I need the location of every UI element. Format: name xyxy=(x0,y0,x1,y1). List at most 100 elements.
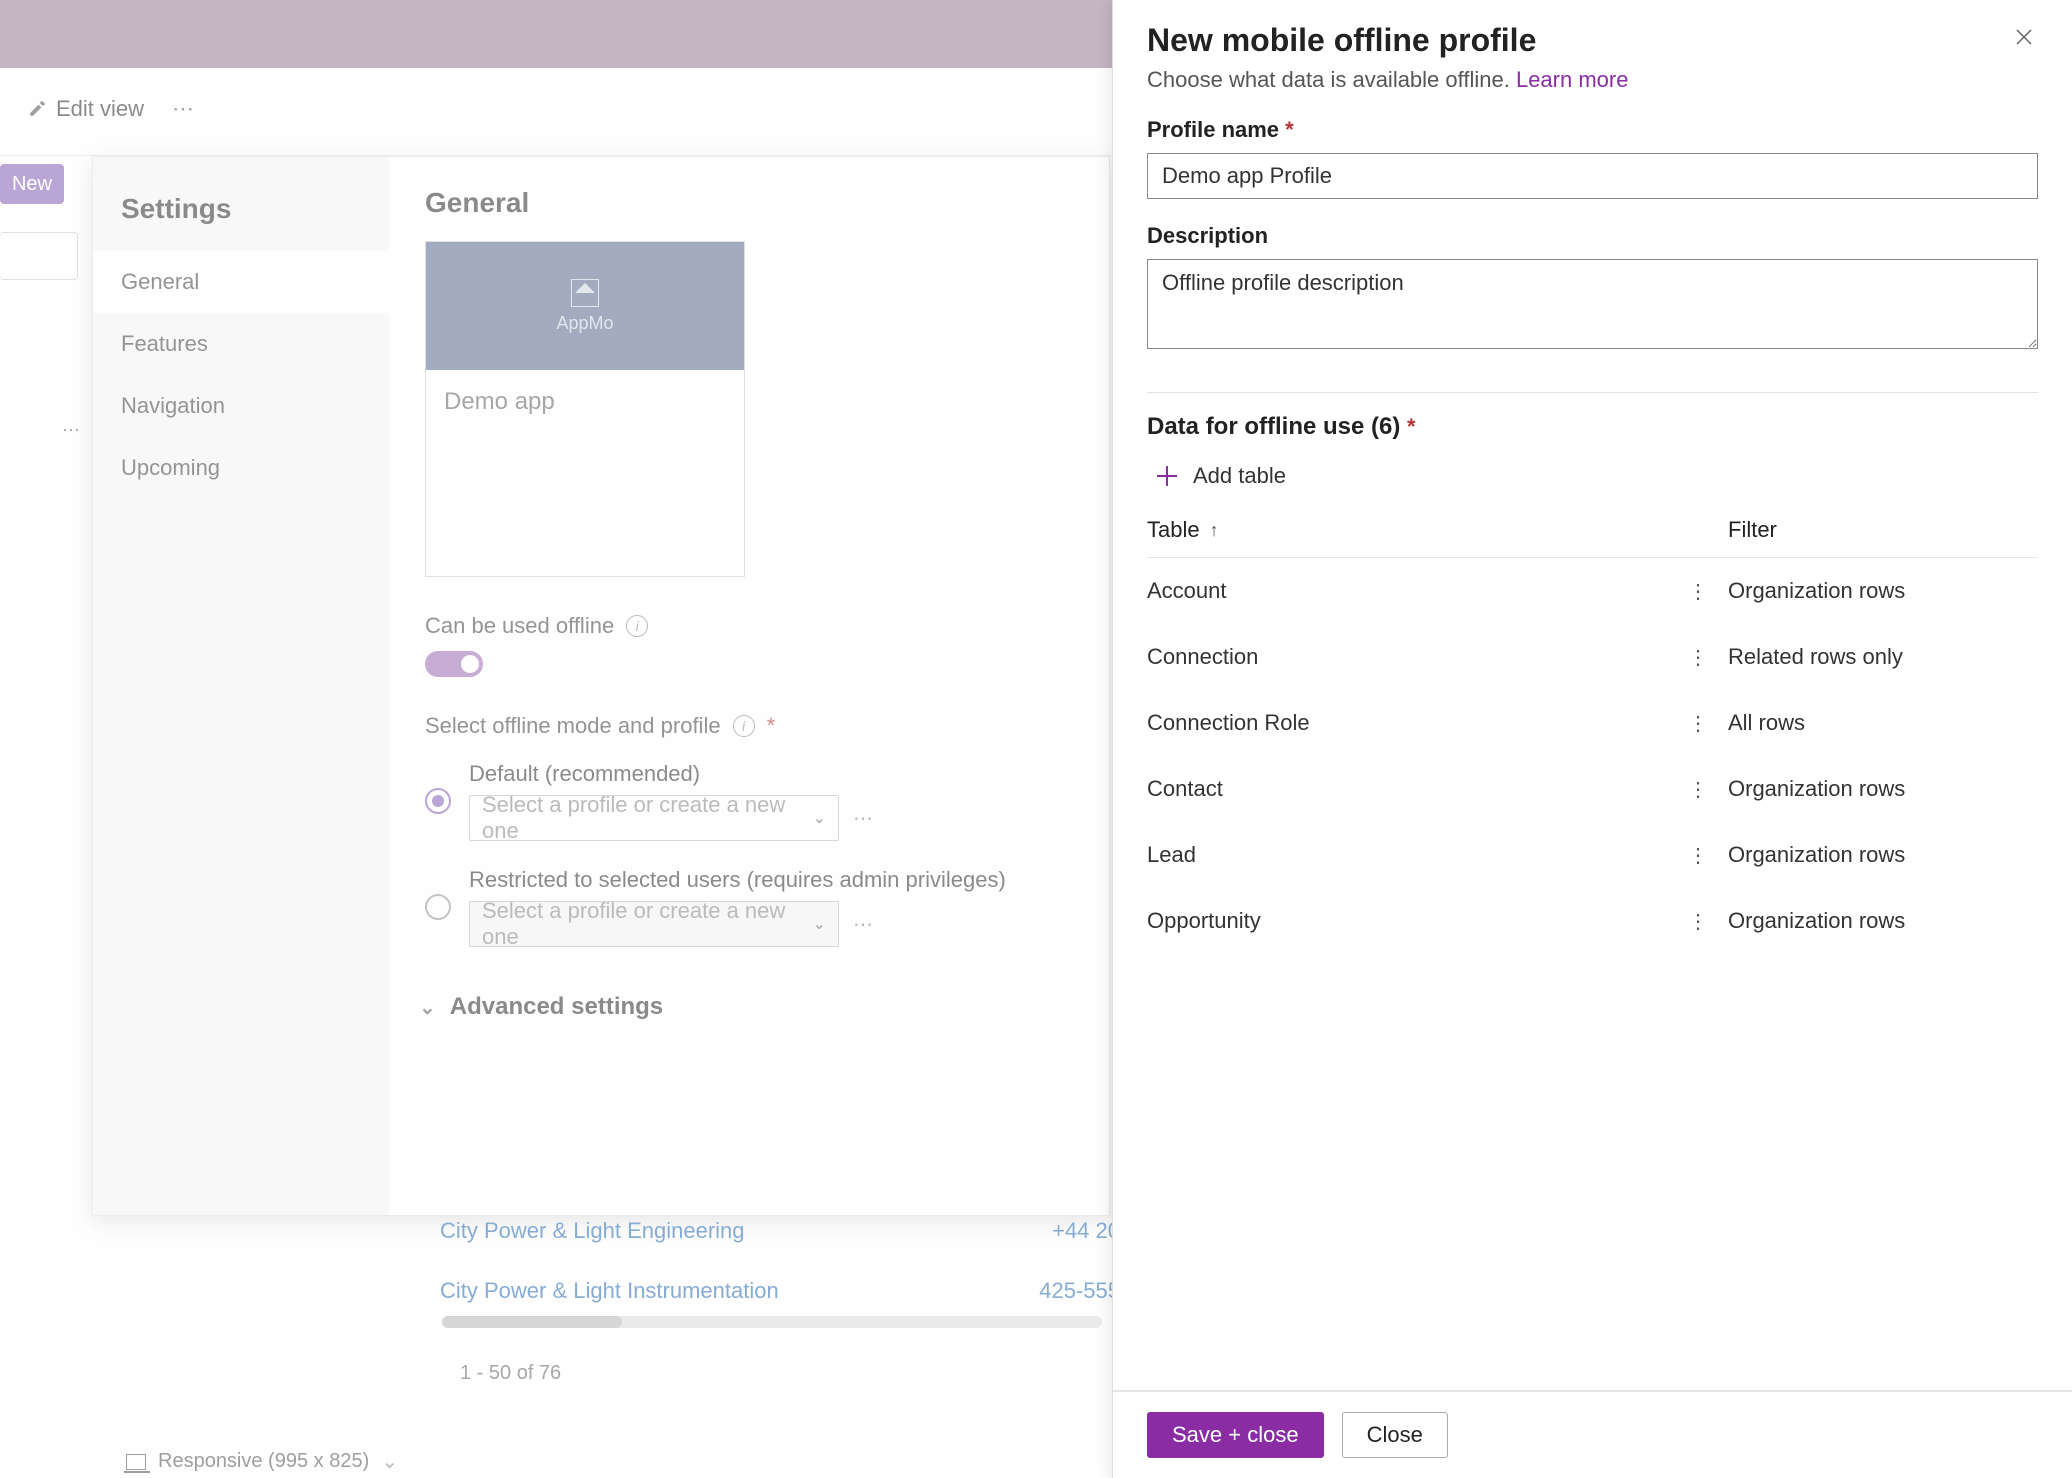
pencil-icon xyxy=(28,100,46,118)
chevron-down-icon: ⌄ xyxy=(813,914,826,934)
row-more-icon[interactable]: ⋯ xyxy=(62,420,82,441)
info-icon[interactable]: i xyxy=(733,715,755,737)
info-icon[interactable]: i xyxy=(626,615,648,637)
profile-name-label: Profile name xyxy=(1147,117,1279,142)
profile-select-default[interactable]: Select a profile or create a new one ⌄ xyxy=(469,795,839,841)
more-icon[interactable]: ⋯ xyxy=(172,96,196,122)
settings-item-features[interactable]: Features xyxy=(93,313,389,375)
table-row[interactable]: Opportunity ⋮ Organization rows xyxy=(1147,888,2038,954)
table-cell-name: Account xyxy=(1147,578,1668,604)
close-footer-button[interactable]: Close xyxy=(1342,1412,1448,1458)
select-placeholder: Select a profile or create a new one xyxy=(482,898,813,950)
profile-more-icon[interactable]: ⋯ xyxy=(853,912,875,937)
required-star: * xyxy=(1285,117,1294,142)
device-icon xyxy=(126,1454,146,1470)
close-icon xyxy=(2014,27,2034,47)
row-actions-button[interactable]: ⋮ xyxy=(1668,645,1728,670)
row-actions-button[interactable]: ⋮ xyxy=(1668,909,1728,934)
filter-header-label: Filter xyxy=(1728,517,1777,542)
select-placeholder: Select a profile or create a new one xyxy=(482,792,813,844)
table-row[interactable]: Connection Role ⋮ All rows xyxy=(1147,690,2038,756)
status-bar[interactable]: Responsive (995 x 825) ⌄ xyxy=(126,1449,398,1474)
row-name: City Power & Light Instrumentation xyxy=(440,1278,779,1304)
advanced-settings-toggle[interactable]: ⌄ Advanced settings xyxy=(419,993,1073,1021)
settings-item-upcoming[interactable]: Upcoming xyxy=(93,437,389,499)
save-close-button[interactable]: Save + close xyxy=(1147,1412,1324,1458)
profile-more-icon[interactable]: ⋯ xyxy=(853,806,875,831)
table-row[interactable]: Account ⋮ Organization rows xyxy=(1147,558,2038,624)
radio-default[interactable] xyxy=(425,788,451,814)
table-cell-filter: All rows xyxy=(1728,710,2038,736)
broken-image-icon xyxy=(571,279,599,307)
close-button[interactable] xyxy=(2010,22,2038,58)
chevron-down-icon: ⌄ xyxy=(419,995,436,1020)
settings-item-general[interactable]: General xyxy=(93,251,389,313)
table-cell-name: Lead xyxy=(1147,842,1668,868)
radio-restricted[interactable] xyxy=(425,894,451,920)
panel-title: New mobile offline profile xyxy=(1147,22,1536,59)
status-text: Responsive (995 x 825) xyxy=(158,1450,369,1473)
edit-view-label: Edit view xyxy=(56,96,144,122)
settings-item-navigation[interactable]: Navigation xyxy=(93,375,389,437)
table-cell-filter: Organization rows xyxy=(1728,578,2038,604)
data-section-title: Data for offline use (6) xyxy=(1147,413,1400,440)
add-table-label: Add table xyxy=(1193,463,1286,489)
row-actions-button[interactable]: ⋮ xyxy=(1668,579,1728,604)
table-row[interactable]: Lead ⋮ Organization rows xyxy=(1147,822,2038,888)
offline-toggle[interactable] xyxy=(425,651,483,677)
underlying-table-rows: City Power & Light Engineering +44 20 Ci… xyxy=(440,1218,1120,1304)
close-label: Close xyxy=(1367,1422,1423,1448)
row-actions-button[interactable]: ⋮ xyxy=(1668,843,1728,868)
general-title: General xyxy=(425,187,1073,219)
edit-view-button[interactable]: Edit view ⋯ xyxy=(28,96,196,122)
settings-panel: Settings General Features Navigation Upc… xyxy=(92,156,1110,1216)
chevron-down-icon: ⌄ xyxy=(813,808,826,828)
table-cell-name: Connection xyxy=(1147,644,1668,670)
pager-text: 1 - 50 of 76 xyxy=(460,1362,561,1385)
table-cell-name: Connection Role xyxy=(1147,710,1668,736)
advanced-label: Advanced settings xyxy=(450,993,663,1021)
radio-default-label: Default (recommended) xyxy=(469,761,1073,787)
panel-footer: Save + close Close xyxy=(1113,1390,2072,1478)
settings-nav: Settings General Features Navigation Upc… xyxy=(93,157,389,1215)
profile-select-restricted: Select a profile or create a new one ⌄ xyxy=(469,901,839,947)
panel-subtitle: Choose what data is available offline. xyxy=(1147,67,1510,92)
save-close-label: Save + close xyxy=(1172,1422,1299,1448)
table-row[interactable]: Connection ⋮ Related rows only xyxy=(1147,624,2038,690)
mode-label: Select offline mode and profile xyxy=(425,713,721,739)
table-cell-filter: Organization rows xyxy=(1728,842,2038,868)
add-table-button[interactable]: Add table xyxy=(1155,463,2038,489)
row-actions-button[interactable]: ⋮ xyxy=(1668,711,1728,736)
row-phone: +44 20 xyxy=(1052,1218,1120,1244)
settings-body: General AppMo Demo app Can be used offli… xyxy=(389,157,1109,1215)
horizontal-scrollbar[interactable] xyxy=(442,1316,1102,1328)
settings-title: Settings xyxy=(93,187,389,251)
required-star: * xyxy=(767,713,776,739)
column-header-filter[interactable]: Filter xyxy=(1728,517,2038,543)
profile-name-input[interactable] xyxy=(1147,153,2038,199)
row-actions-button[interactable]: ⋮ xyxy=(1668,777,1728,802)
table-cell-filter: Organization rows xyxy=(1728,776,2038,802)
sort-ascending-icon: ↑ xyxy=(1210,520,1219,541)
table-row[interactable]: City Power & Light Engineering +44 20 xyxy=(440,1218,1120,1244)
table-cell-filter: Related rows only xyxy=(1728,644,2038,670)
new-button-label: New xyxy=(12,173,52,196)
plus-icon xyxy=(1155,464,1179,488)
description-input[interactable] xyxy=(1147,259,2038,349)
new-button[interactable]: New xyxy=(0,164,64,204)
tile-app-name: Demo app xyxy=(426,370,744,576)
table-row[interactable]: Contact ⋮ Organization rows xyxy=(1147,756,2038,822)
learn-more-link[interactable]: Learn more xyxy=(1516,67,1629,92)
table-header-label: Table xyxy=(1147,517,1200,543)
table-cell-filter: Organization rows xyxy=(1728,908,2038,934)
table-row[interactable]: City Power & Light Instrumentation 425-5… xyxy=(440,1278,1120,1304)
column-header-table[interactable]: Table ↑ xyxy=(1147,517,1668,543)
left-search-input[interactable] xyxy=(0,232,78,280)
offline-label: Can be used offline xyxy=(425,613,614,639)
required-star: * xyxy=(1407,414,1416,439)
row-name: City Power & Light Engineering xyxy=(440,1218,745,1244)
offline-profile-panel: New mobile offline profile Choose what d… xyxy=(1112,0,2072,1478)
description-label: Description xyxy=(1147,223,2038,249)
tile-caption: AppMo xyxy=(556,313,613,334)
app-tile[interactable]: AppMo Demo app xyxy=(425,241,745,577)
